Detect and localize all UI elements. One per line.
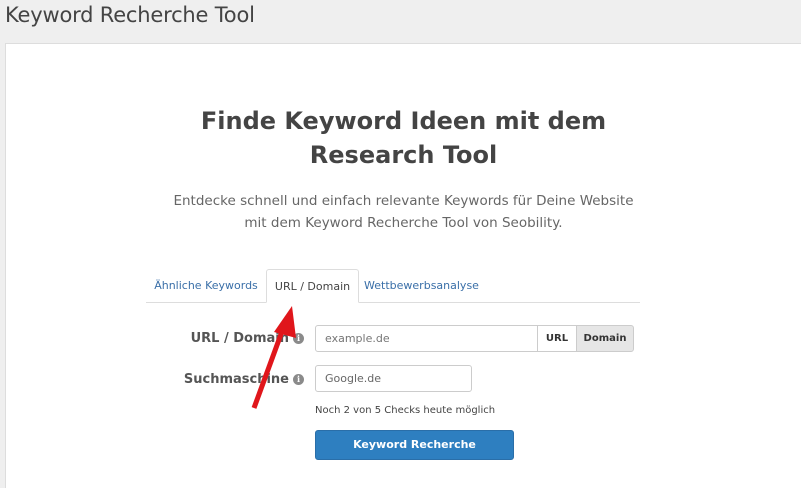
hero-subline: Entdecke schnell und einfach relevante K… [6, 190, 801, 234]
mode-url-button[interactable]: URL [537, 325, 577, 352]
hero-headline-line1: Finde Keyword Ideen mit dem [200, 107, 607, 135]
tab-similar-keywords[interactable]: Ähnliche Keywords [146, 269, 266, 302]
url-domain-input[interactable] [315, 325, 538, 352]
hero-subline-line2: mit dem Keyword Recherche Tool von Seobi… [244, 215, 563, 231]
checks-remaining-note: Noch 2 von 5 Checks heute möglich [315, 405, 496, 416]
main-card: Finde Keyword Ideen mit dem Research Too… [5, 43, 801, 488]
info-icon[interactable]: i [293, 374, 304, 385]
url-domain-label-text: URL / Domain [190, 331, 289, 346]
search-engine-select[interactable]: Google.de [315, 365, 472, 392]
tab-url-domain[interactable]: URL / Domain [266, 269, 359, 303]
tab-bar: Ähnliche Keywords URL / Domain Wettbewer… [146, 269, 640, 303]
hero-headline: Finde Keyword Ideen mit dem Research Too… [6, 104, 801, 172]
tab-competitor-analysis[interactable]: Wettbewerbsanalyse [359, 269, 484, 302]
hero-subline-line1: Entdecke schnell und einfach relevante K… [173, 193, 634, 209]
hero-headline-line2: Research Tool [309, 141, 498, 169]
info-icon[interactable]: i [293, 333, 304, 344]
mode-domain-button[interactable]: Domain [576, 325, 634, 352]
search-engine-label-text: Suchmaschine [183, 372, 289, 387]
search-engine-label: Suchmaschine i [156, 372, 304, 387]
url-domain-label: URL / Domain i [156, 331, 304, 346]
page-title: Keyword Recherche Tool [5, 3, 255, 27]
keyword-research-button[interactable]: Keyword Recherche [315, 430, 514, 460]
